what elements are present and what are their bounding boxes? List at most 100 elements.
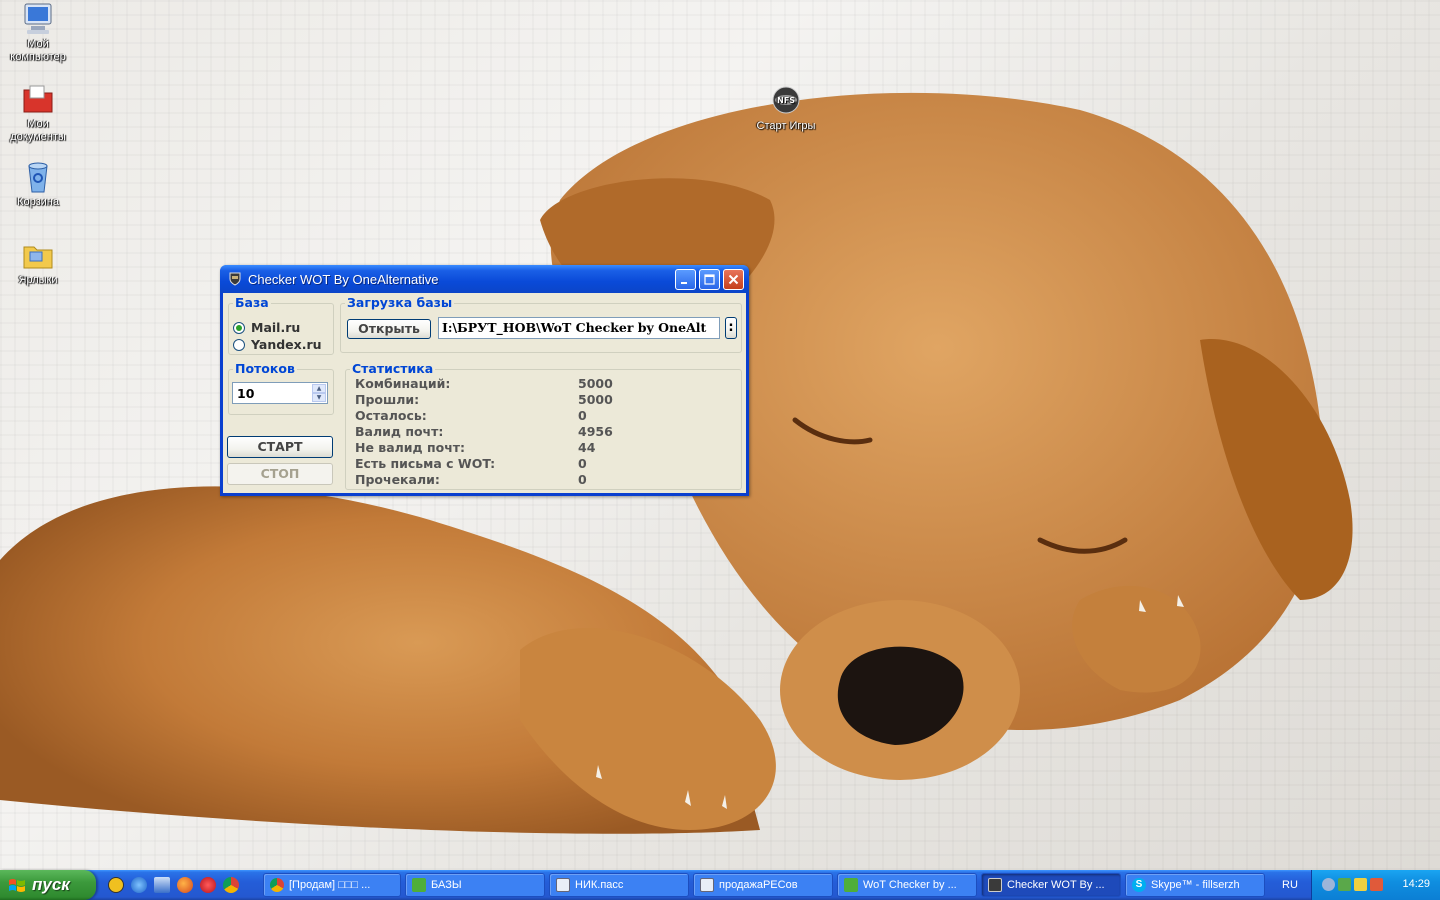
- system-tray: 14:29: [1311, 870, 1440, 900]
- avast-icon[interactable]: [108, 877, 124, 893]
- spin-up-icon[interactable]: ▲: [312, 384, 326, 393]
- desktop-icon-recycle-bin[interactable]: Корзина: [0, 160, 76, 209]
- base-group: База Mail.ru Yandex.ru: [228, 295, 334, 355]
- stat-label: Прочекали:: [355, 472, 440, 487]
- stat-label: Прошли:: [355, 392, 420, 407]
- load-base-legend: Загрузка базы: [347, 295, 453, 310]
- documents-folder-icon: [21, 82, 55, 116]
- stat-row: Прошли: 5000: [355, 392, 735, 408]
- desktop-icon-label: Ярлыки: [18, 274, 58, 286]
- chrome-icon[interactable]: [223, 877, 239, 893]
- taskbar-item-label: WoT Checker by ...: [863, 879, 957, 891]
- taskbar-item[interactable]: БАЗЫ: [405, 873, 545, 897]
- radio-yandexru-label: Yandex.ru: [251, 337, 322, 352]
- taskbar-item-label: Skype™ - fillserzh: [1151, 879, 1240, 891]
- stats-list: Комбинаций: 5000 Прошли: 5000 Осталось: …: [345, 376, 735, 487]
- stat-value: 44: [578, 440, 596, 455]
- taskbar-item-active[interactable]: Checker WOT By ...: [981, 873, 1121, 897]
- skype-icon: S: [1132, 878, 1146, 892]
- radio-dot-selected[interactable]: [233, 321, 245, 334]
- radio-yandexru[interactable]: Yandex.ru: [233, 337, 322, 352]
- show-desktop-icon[interactable]: [154, 877, 170, 893]
- nfs-game-icon: NFS: [769, 84, 803, 118]
- notepad-icon: [556, 878, 570, 892]
- spinbox-arrows: ▲ ▼: [312, 384, 326, 402]
- stat-value: 0: [578, 408, 587, 423]
- stat-label: Комбинаций:: [355, 376, 451, 391]
- taskbar-item-label: Checker WOT By ...: [1007, 879, 1105, 891]
- stat-value: 5000: [578, 392, 613, 407]
- desktop-icon-my-documents[interactable]: Мои документы: [0, 82, 76, 144]
- stat-label: Валид почт:: [355, 424, 444, 439]
- spin-down-icon[interactable]: ▼: [312, 393, 326, 402]
- desktop-icon-my-computer[interactable]: Мой компьютер: [0, 2, 76, 64]
- taskbar-item-label: продажаРЕСов: [719, 879, 798, 891]
- opera-icon[interactable]: [200, 877, 216, 893]
- taskbar-item-label: БАЗЫ: [431, 879, 462, 891]
- radio-mailru[interactable]: Mail.ru: [233, 320, 300, 335]
- notepad-icon: [700, 878, 714, 892]
- windows-flag-icon: [9, 879, 25, 892]
- base-group-legend: База: [235, 295, 269, 310]
- open-button[interactable]: Открыть: [347, 319, 431, 339]
- start-button[interactable]: СТАРТ: [227, 436, 333, 458]
- taskbar-item[interactable]: продажаРЕСов: [693, 873, 833, 897]
- wot-icon: [988, 878, 1002, 892]
- start-button[interactable]: пуск: [0, 870, 96, 900]
- stat-row: Не валид почт: 44: [355, 440, 735, 456]
- taskbar-item-label: [Продам] □□□ ...: [289, 879, 371, 891]
- volume-icon[interactable]: [1370, 878, 1383, 891]
- stat-value: 0: [578, 472, 587, 487]
- stat-row: Комбинаций: 5000: [355, 376, 735, 392]
- radio-dot[interactable]: [233, 338, 245, 351]
- stat-label: Есть письма с WOT:: [355, 456, 496, 471]
- taskbar-item[interactable]: [Продам] □□□ ...: [263, 873, 401, 897]
- app-icon: [412, 878, 426, 892]
- maximize-icon: [704, 274, 715, 285]
- threads-value: 10: [237, 386, 255, 401]
- language-indicator[interactable]: RU: [1270, 870, 1310, 900]
- desktop-icon-game-start[interactable]: NFS Старт Игры: [748, 84, 824, 133]
- start-label: пуск: [32, 875, 70, 894]
- close-button[interactable]: [723, 269, 744, 290]
- stats-legend: Статистика: [352, 361, 434, 376]
- taskbar-item[interactable]: S Skype™ - fillserzh: [1125, 873, 1265, 897]
- wot-app-icon: [229, 272, 241, 286]
- ie-icon[interactable]: [131, 877, 147, 893]
- taskbar-item[interactable]: НИК.пасс: [549, 873, 689, 897]
- taskbar-item[interactable]: WoT Checker by ...: [837, 873, 977, 897]
- desktop-icon-shortcuts[interactable]: Ярлыки: [0, 238, 76, 287]
- svg-text:NFS: NFS: [777, 96, 795, 105]
- desktop-icon-label: Корзина: [17, 196, 59, 208]
- clock[interactable]: 14:29: [1402, 878, 1430, 890]
- base-path-field[interactable]: I:\БРУТ_НОВ\WoT Checker by OneAlt: [438, 317, 720, 339]
- recycle-bin-icon: [21, 160, 55, 194]
- radio-mailru-label: Mail.ru: [251, 320, 301, 335]
- firefox-icon[interactable]: [177, 877, 193, 893]
- window-client-area: База Mail.ru Yandex.ru Потоков 10 ▲ ▼ СТ…: [223, 293, 746, 493]
- window-titlebar[interactable]: Checker WOT By OneAlternative: [220, 265, 749, 293]
- network-icon[interactable]: [1322, 878, 1335, 891]
- maximize-button[interactable]: [699, 269, 720, 290]
- stop-button[interactable]: СТОП: [227, 463, 333, 485]
- folder-icon: [21, 238, 55, 272]
- threads-spinbox[interactable]: 10 ▲ ▼: [232, 382, 328, 404]
- tray-app-icon[interactable]: [1338, 878, 1351, 891]
- stat-label: Осталось:: [355, 408, 427, 423]
- desktop-icon-label: Старт Игры: [756, 120, 816, 132]
- stat-row: Есть письма с WOT: 0: [355, 456, 735, 472]
- taskbar-item-label: НИК.пасс: [575, 879, 624, 891]
- app-icon: [844, 878, 858, 892]
- threads-group-legend: Потоков: [235, 361, 295, 376]
- minimize-icon: [681, 282, 687, 284]
- window-title: Checker WOT By OneAlternative: [248, 271, 439, 287]
- path-extra-button[interactable]: :: [725, 317, 737, 339]
- tray-alert-icon[interactable]: [1354, 878, 1367, 891]
- stat-value: 4956: [578, 424, 613, 439]
- checker-window: Checker WOT By OneAlternative База Mail.…: [220, 265, 749, 496]
- chrome-icon: [270, 878, 284, 892]
- minimize-button[interactable]: [675, 269, 696, 290]
- stat-row: Валид почт: 4956: [355, 424, 735, 440]
- taskbar: пуск [Продам] □□□ ... БАЗЫ НИК.пасс прод…: [0, 870, 1440, 900]
- desktop-icon-label: Мой: [27, 38, 49, 50]
